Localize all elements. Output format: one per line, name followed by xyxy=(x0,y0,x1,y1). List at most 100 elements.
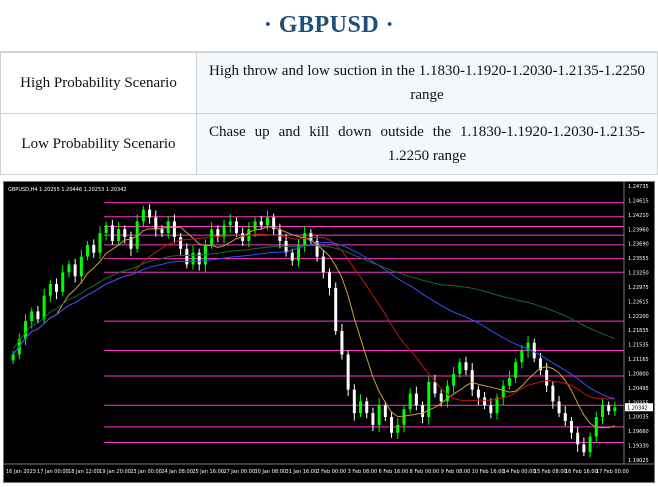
candle-body xyxy=(123,229,127,238)
candle-body xyxy=(328,272,332,288)
candle-body xyxy=(532,342,536,359)
price-axis-label: 1.20800 xyxy=(628,371,649,377)
candle-body xyxy=(92,244,96,253)
current-price-label: 1.20342 xyxy=(627,405,648,411)
price-axis-label: 1.24615 xyxy=(628,198,649,204)
candle-body xyxy=(507,377,511,386)
scenario-text-high: High throw and low suction in the 1.1830… xyxy=(196,52,658,114)
candle-body xyxy=(495,397,499,414)
candle-body xyxy=(576,432,580,445)
time-axis-label: 19 Jan 20:00 xyxy=(99,469,131,475)
candle-body xyxy=(42,295,46,320)
price-axis-label: 1.21165 xyxy=(628,357,649,363)
candle-body xyxy=(86,244,90,257)
candle-body xyxy=(179,237,183,249)
candle-body xyxy=(600,405,604,418)
candle-body xyxy=(476,389,480,398)
scenario-label-high: High Probability Scenario xyxy=(0,52,197,114)
candle-body xyxy=(321,256,325,273)
candle-body xyxy=(278,229,282,241)
time-axis-label: 16 Feb 16:00 xyxy=(565,469,598,475)
candle-body xyxy=(61,272,65,292)
candle-body xyxy=(613,407,617,412)
candle-body xyxy=(197,252,201,265)
price-axis-label: 1.22615 xyxy=(628,299,649,305)
page-title: · GBPUSD · xyxy=(263,12,395,38)
time-axis-label: 16 Jan 2023 xyxy=(6,469,36,475)
time-axis-label: 27 Jan 00:00 xyxy=(223,469,255,475)
time-axis-label: 3 Feb 08:00 xyxy=(348,469,378,475)
candle-body xyxy=(414,393,418,406)
candle-body xyxy=(421,405,425,418)
candle-body xyxy=(24,321,28,339)
time-axis-label: 6 Feb 16:00 xyxy=(379,469,409,475)
candle-body xyxy=(607,405,611,412)
scenario-label-low: Low Probability Scenario xyxy=(0,113,197,175)
candle-body xyxy=(408,393,412,410)
candle-body xyxy=(563,413,567,421)
candle-body xyxy=(284,240,288,253)
candle-body xyxy=(359,401,363,414)
time-axis-label: 24 Jan 08:00 xyxy=(161,469,193,475)
price-axis-label: 1.23250 xyxy=(628,271,649,277)
candle-body xyxy=(458,362,462,374)
price-axis-label: 1.24210 xyxy=(628,213,649,219)
scenario-table: High Probability Scenario High throw and… xyxy=(0,52,658,175)
candle-body xyxy=(557,401,561,414)
candle-body xyxy=(582,444,586,453)
chart-svg: GBPUSD,H4 1.20255 1.20446 1.20253 1.2034… xyxy=(4,182,654,475)
candle-body xyxy=(464,362,468,371)
candle-body xyxy=(253,221,257,230)
candle-body xyxy=(30,311,34,322)
ma-line-long xyxy=(12,245,616,349)
candle-body xyxy=(514,362,518,378)
candle-body xyxy=(154,217,158,230)
price-axis-label: 1.19660 xyxy=(628,429,649,435)
candle-body xyxy=(352,389,356,414)
candle-body xyxy=(36,311,40,320)
scenario-text-low: Chase up and kill down outside the 1.183… xyxy=(196,113,658,175)
price-axis-label: 1.23555 xyxy=(628,256,649,262)
price-axis-label: 1.24735 xyxy=(628,184,649,190)
candle-body xyxy=(104,225,108,234)
price-axis-label: 1.20035 xyxy=(628,415,649,421)
time-axis-label: 8 Feb 00:00 xyxy=(410,469,440,475)
time-axis-label: 25 Jan 16:00 xyxy=(192,469,224,475)
symbol-header: GBPUSD,H4 1.20255 1.20446 1.20253 1.2034… xyxy=(8,187,127,193)
candle-body xyxy=(520,350,524,363)
candle-body xyxy=(383,405,387,418)
table-row: Low Probability Scenario Chase up and ki… xyxy=(0,113,658,175)
candle-body xyxy=(222,225,226,238)
price-axis-label: 1.22975 xyxy=(628,285,649,291)
price-axis-label: 1.19330 xyxy=(628,444,649,450)
candle-body xyxy=(569,420,573,433)
candle-body xyxy=(55,284,59,292)
candle-body xyxy=(259,221,263,226)
candle-body xyxy=(340,330,344,355)
time-axis-label: 18 Jan 12:00 xyxy=(68,469,100,475)
price-chart: GBPUSD,H4 1.20255 1.20446 1.20253 1.2034… xyxy=(3,181,655,483)
time-axis-label: 9 Feb 08:00 xyxy=(441,469,471,475)
candle-body xyxy=(390,417,394,433)
candle-body xyxy=(470,370,474,390)
candle-body xyxy=(402,409,406,425)
candle-body xyxy=(228,221,232,226)
candle-body xyxy=(191,252,195,265)
price-axis-label: 1.21535 xyxy=(628,343,649,349)
time-axis-label: 31 Jan 16:00 xyxy=(285,469,317,475)
candle-body xyxy=(346,354,350,390)
time-axis-label: 23 Jan 00:00 xyxy=(130,469,162,475)
candle-body xyxy=(160,229,164,234)
time-axis-label: 17 Jan 00:00 xyxy=(37,469,69,475)
candle-body xyxy=(185,248,189,265)
candle-body xyxy=(588,436,592,453)
candle-body xyxy=(265,217,269,226)
ma-line-fast xyxy=(12,226,616,429)
candle-body xyxy=(501,385,505,398)
candle-body xyxy=(371,413,375,425)
candle-body xyxy=(48,284,52,296)
candle-body xyxy=(334,287,338,331)
time-axis-label: 10 Feb 16:00 xyxy=(472,469,505,475)
candle-body xyxy=(427,381,431,418)
candle-body xyxy=(73,264,77,277)
